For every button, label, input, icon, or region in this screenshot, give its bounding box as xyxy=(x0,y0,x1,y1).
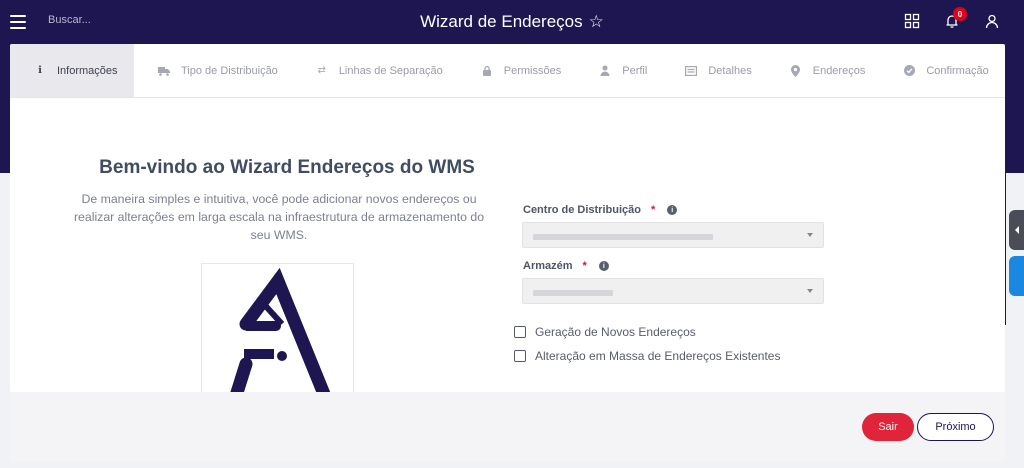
armazem-label: Armazém * i xyxy=(523,260,609,272)
tab-enderecos[interactable]: Endereços xyxy=(766,44,880,97)
tab-informacoes[interactable]: ℹ Informações xyxy=(10,44,134,97)
wizard-footer: Sair Próximo xyxy=(10,392,1005,462)
option-mass-change[interactable]: Alteração em Massa de Endereços Existent… xyxy=(514,349,780,363)
side-panel-toggle[interactable] xyxy=(1009,210,1024,250)
tab-detalhes[interactable]: Detalhes xyxy=(661,44,765,97)
welcome-title: Bem-vindo ao Wizard Endereços do WMS xyxy=(99,157,475,178)
required-mark: * xyxy=(650,204,656,216)
bell-icon[interactable]: 0 xyxy=(944,7,967,29)
required-mark: * xyxy=(582,260,587,272)
option-new-addresses[interactable]: Geração de Novos Endereços xyxy=(514,325,696,339)
truck-icon xyxy=(158,65,170,77)
new-addresses-checkbox[interactable] xyxy=(514,326,526,338)
side-help-tab[interactable] xyxy=(1009,256,1024,296)
next-button[interactable]: Próximo xyxy=(917,413,994,441)
chevron-down-icon xyxy=(807,233,813,237)
select-placeholder-bar xyxy=(533,290,613,296)
lock-icon xyxy=(481,65,493,77)
chevron-down-icon xyxy=(807,289,813,293)
wizard-card: ℹ Informações Tipo de Distribuição ⇄ Linha… xyxy=(10,44,1005,392)
info-icon: ℹ xyxy=(38,65,42,76)
tab-linhas-separacao[interactable]: ⇄ Linhas de Separação xyxy=(292,44,457,97)
tab-tipo-distribuicao[interactable]: Tipo de Distribuição xyxy=(134,44,292,97)
select-placeholder-bar xyxy=(533,234,713,240)
user-icon xyxy=(599,65,611,77)
star-icon[interactable]: ☆ xyxy=(589,12,604,32)
mass-change-label: Alteração em Massa de Endereços Existent… xyxy=(535,349,781,363)
user-profile-icon[interactable] xyxy=(984,13,1000,29)
arrows-icon: ⇄ xyxy=(317,65,326,76)
armazem-select[interactable] xyxy=(522,278,824,304)
exit-button[interactable]: Sair xyxy=(862,413,914,441)
check-circle-icon xyxy=(903,65,915,77)
centro-distribuicao-label: Centro de Distribuição * i xyxy=(523,204,678,216)
brand-logo xyxy=(201,263,354,392)
map-marker-icon xyxy=(790,64,802,77)
notification-badge: 0 xyxy=(953,7,967,21)
tab-perfil[interactable]: Perfil xyxy=(575,44,661,97)
tab-confirmacao[interactable]: Confirmação xyxy=(879,44,1002,97)
page-title: Wizard de Endereços ☆ xyxy=(420,12,604,32)
mass-change-checkbox[interactable] xyxy=(514,350,526,362)
new-addresses-label: Geração de Novos Endereços xyxy=(535,325,696,339)
centro-distribuicao-select[interactable] xyxy=(522,222,824,248)
welcome-text: De maneira simples e intuitiva, você pod… xyxy=(73,192,485,242)
info-circle-icon[interactable]: i xyxy=(598,261,609,271)
wizard-steps: ℹ Informações Tipo de Distribuição ⇄ Linha… xyxy=(10,44,1005,98)
apps-grid-icon[interactable] xyxy=(904,13,920,29)
tab-permissoes[interactable]: Permissões xyxy=(457,44,575,97)
card-icon xyxy=(685,65,698,77)
info-circle-icon[interactable]: i xyxy=(667,205,678,215)
